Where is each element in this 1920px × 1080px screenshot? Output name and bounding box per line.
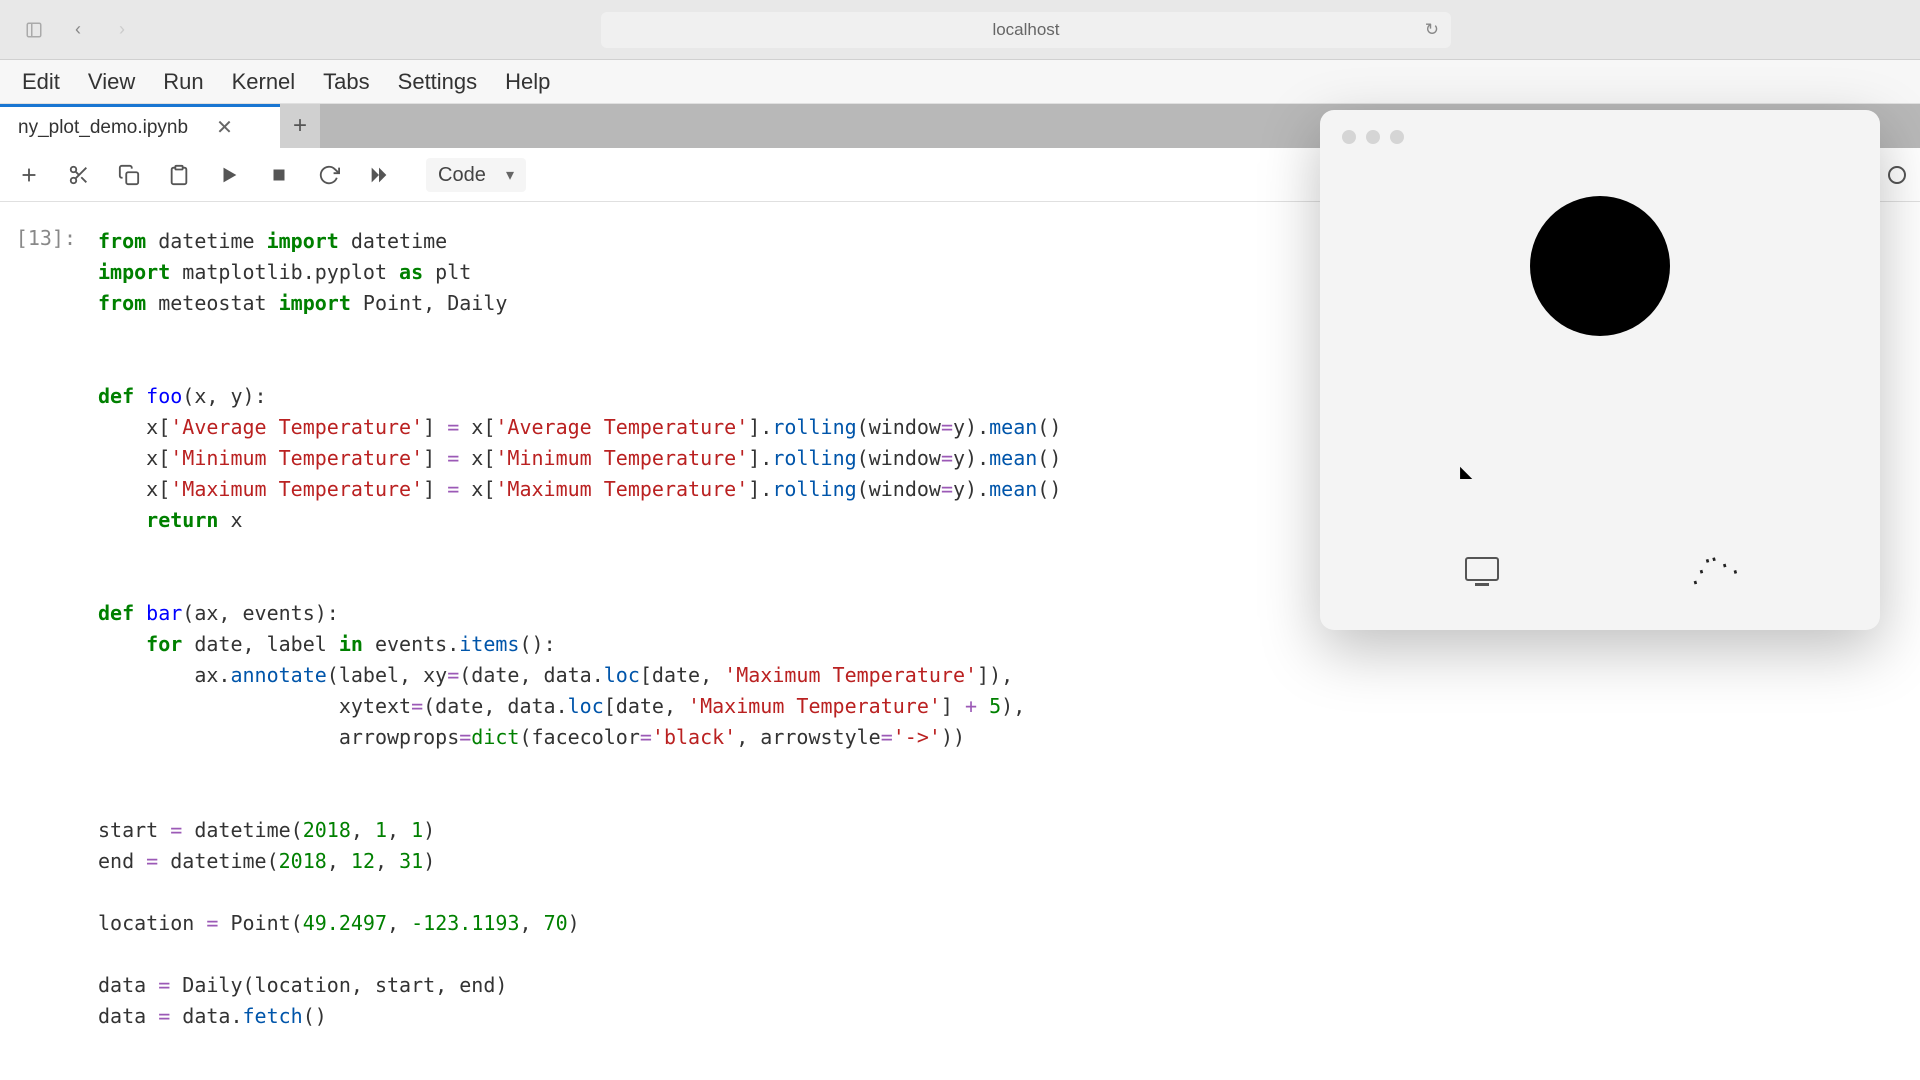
sidebar-toggle-icon[interactable] xyxy=(20,16,48,44)
cursor-icon: ◣ xyxy=(1460,462,1472,482)
notebook-tab[interactable]: ny_plot_demo.ipynb ✕ xyxy=(0,104,280,148)
tab-title: ny_plot_demo.ipynb xyxy=(18,117,188,139)
menu-edit[interactable]: Edit xyxy=(8,61,74,103)
mic-off-icon[interactable]: ⋰⋱ xyxy=(1684,547,1738,589)
browser-chrome: ‹ › localhost ↻ xyxy=(0,0,1920,60)
cut-button[interactable] xyxy=(64,160,94,190)
menu-run[interactable]: Run xyxy=(149,61,217,103)
cell-prompt: [13]: xyxy=(10,226,90,1032)
minimize-light-icon[interactable] xyxy=(1366,130,1380,144)
menu-view[interactable]: View xyxy=(74,61,149,103)
restart-button[interactable] xyxy=(314,160,344,190)
menu-settings[interactable]: Settings xyxy=(384,61,492,103)
nav-back-button[interactable]: ‹ xyxy=(64,16,92,44)
maximize-light-icon[interactable] xyxy=(1390,130,1404,144)
screen-icon[interactable] xyxy=(1465,557,1499,581)
menu-tabs[interactable]: Tabs xyxy=(309,61,383,103)
tab-add-button[interactable]: + xyxy=(280,104,320,148)
kernel-idle-icon[interactable] xyxy=(1888,166,1906,184)
run-all-button[interactable] xyxy=(364,160,394,190)
add-cell-button[interactable] xyxy=(14,160,44,190)
close-light-icon[interactable] xyxy=(1342,130,1356,144)
cell-type-select[interactable]: Code xyxy=(426,158,526,192)
traffic-lights xyxy=(1336,126,1864,156)
stop-button[interactable] xyxy=(264,160,294,190)
menu-bar: Edit View Run Kernel Tabs Settings Help xyxy=(0,60,1920,104)
record-indicator-icon xyxy=(1530,196,1670,336)
menu-kernel[interactable]: Kernel xyxy=(218,61,310,103)
tab-close-icon[interactable]: ✕ xyxy=(212,115,237,140)
url-text: localhost xyxy=(992,20,1059,40)
url-bar[interactable]: localhost ↻ xyxy=(601,12,1451,48)
floating-window[interactable]: ◣ ⋰⋱ xyxy=(1320,110,1880,630)
run-button[interactable] xyxy=(214,160,244,190)
float-controls: ⋰⋱ xyxy=(1320,553,1880,584)
nav-forward-button[interactable]: › xyxy=(108,16,136,44)
menu-help[interactable]: Help xyxy=(491,61,564,103)
paste-button[interactable] xyxy=(164,160,194,190)
copy-button[interactable] xyxy=(114,160,144,190)
reload-icon[interactable]: ↻ xyxy=(1425,20,1439,40)
